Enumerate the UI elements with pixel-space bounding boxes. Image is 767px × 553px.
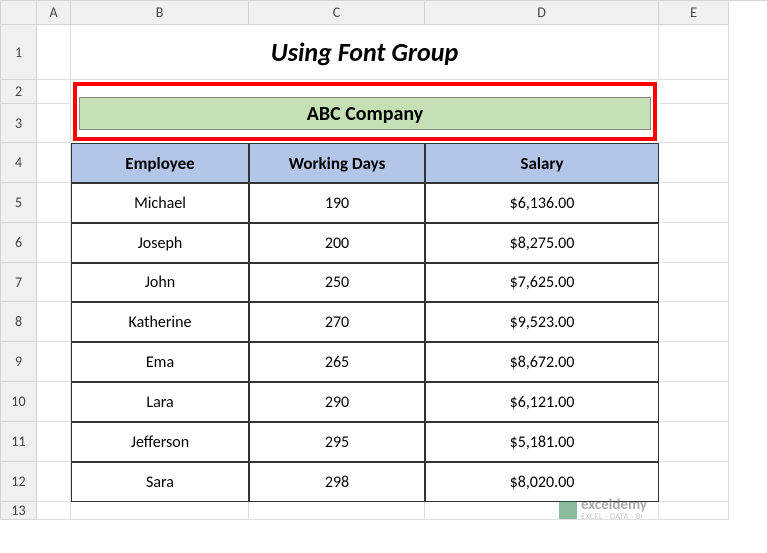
table-row[interactable]: 190	[249, 183, 425, 223]
cell-c13[interactable]	[249, 502, 425, 520]
cell-e13[interactable]	[659, 502, 729, 520]
table-row[interactable]: Lara	[71, 382, 249, 422]
cell-e12[interactable]	[659, 462, 729, 502]
table-row[interactable]: Joseph	[71, 223, 249, 263]
table-row[interactable]: $9,523.00	[425, 302, 659, 342]
cell-e7[interactable]	[659, 263, 729, 302]
row-header-11[interactable]: 11	[1, 422, 37, 462]
table-row[interactable]: 265	[249, 342, 425, 382]
table-row[interactable]: Katherine	[71, 302, 249, 342]
excel-icon	[559, 501, 577, 519]
cell-a12[interactable]	[37, 462, 71, 502]
row-header-10[interactable]: 10	[1, 382, 37, 422]
cell-a7[interactable]	[37, 263, 71, 302]
row-header-3[interactable]: 3	[1, 104, 37, 143]
cell-e11[interactable]	[659, 422, 729, 462]
table-row[interactable]: $5,181.00	[425, 422, 659, 462]
table-row[interactable]: 295	[249, 422, 425, 462]
highlight-box: ABC Company	[73, 82, 657, 141]
cell-e8[interactable]	[659, 302, 729, 342]
cell-e1[interactable]	[659, 25, 729, 80]
row-header-8[interactable]: 8	[1, 302, 37, 342]
row-header-6[interactable]: 6	[1, 223, 37, 263]
table-row[interactable]: 270	[249, 302, 425, 342]
cell-a3[interactable]	[37, 104, 71, 143]
col-header-a[interactable]: A	[37, 1, 71, 25]
table-row[interactable]: 290	[249, 382, 425, 422]
cell-a13[interactable]	[37, 502, 71, 520]
row-header-13[interactable]: 13	[1, 502, 37, 520]
cell-a2[interactable]	[37, 80, 71, 104]
col-header-b[interactable]: B	[71, 1, 249, 25]
select-all-corner[interactable]	[1, 1, 37, 25]
table-row[interactable]: Ema	[71, 342, 249, 382]
cell-b13[interactable]	[71, 502, 249, 520]
table-row[interactable]: $6,136.00	[425, 183, 659, 223]
cell-a10[interactable]	[37, 382, 71, 422]
row-header-9[interactable]: 9	[1, 342, 37, 382]
company-merged-cell[interactable]: ABC Company	[71, 80, 659, 143]
table-row[interactable]: $8,275.00	[425, 223, 659, 263]
col-header-e[interactable]: E	[659, 1, 729, 25]
table-row[interactable]: Michael	[71, 183, 249, 223]
cell-a4[interactable]	[37, 143, 71, 183]
watermark-sub: EXCEL · DATA · BI	[581, 513, 647, 521]
row-header-7[interactable]: 7	[1, 263, 37, 302]
table-row[interactable]: $8,672.00	[425, 342, 659, 382]
col-header-c[interactable]: C	[249, 1, 425, 25]
col-header-d[interactable]: D	[425, 1, 659, 25]
cell-a6[interactable]	[37, 223, 71, 263]
watermark-main: exceldemy	[581, 498, 647, 513]
cell-a5[interactable]	[37, 183, 71, 223]
table-row[interactable]: $7,625.00	[425, 263, 659, 302]
cell-e5[interactable]	[659, 183, 729, 223]
cell-a11[interactable]	[37, 422, 71, 462]
cell-a9[interactable]	[37, 342, 71, 382]
cell-e10[interactable]	[659, 382, 729, 422]
row-header-4[interactable]: 4	[1, 143, 37, 183]
row-header-12[interactable]: 12	[1, 462, 37, 502]
company-name: ABC Company	[79, 97, 651, 130]
row-header-5[interactable]: 5	[1, 183, 37, 223]
page-title[interactable]: Using Font Group	[71, 25, 659, 80]
row-header-1[interactable]: 1	[1, 25, 37, 80]
cell-e3[interactable]	[659, 104, 729, 143]
cell-a1[interactable]	[37, 25, 71, 80]
spreadsheet-grid: A B C D E 1 Using Font Group 2 ABC Compa…	[0, 0, 767, 520]
cell-a8[interactable]	[37, 302, 71, 342]
table-row[interactable]: 200	[249, 223, 425, 263]
cell-e4[interactable]	[659, 143, 729, 183]
table-row[interactable]: 298	[249, 462, 425, 502]
table-row[interactable]: Jefferson	[71, 422, 249, 462]
cell-e9[interactable]	[659, 342, 729, 382]
cell-e2[interactable]	[659, 80, 729, 104]
header-salary[interactable]: Salary	[425, 143, 659, 183]
header-employee[interactable]: Employee	[71, 143, 249, 183]
table-row[interactable]: 250	[249, 263, 425, 302]
header-working-days[interactable]: Working Days	[249, 143, 425, 183]
table-row[interactable]: Sara	[71, 462, 249, 502]
row-header-2[interactable]: 2	[1, 80, 37, 104]
cell-e6[interactable]	[659, 223, 729, 263]
table-row[interactable]: $6,121.00	[425, 382, 659, 422]
table-row[interactable]: John	[71, 263, 249, 302]
watermark: exceldemy EXCEL · DATA · BI	[559, 498, 647, 521]
